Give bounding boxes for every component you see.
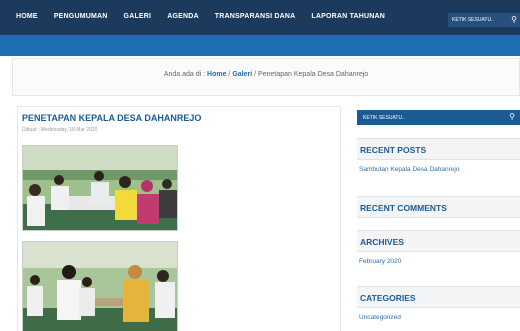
header-search-placeholder: KETIK SESUATU.. xyxy=(452,17,494,23)
sidebar: KETIK SESUATU.. ⚲ RECENT POSTS Sambutan … xyxy=(351,106,520,331)
search-icon[interactable]: ⚲ xyxy=(509,112,515,121)
post-content: PENETAPAN KEPALA DESA DAHANREJO Dibuat :… xyxy=(17,106,341,331)
header-search-input[interactable]: KETIK SESUATU.. ⚲ xyxy=(448,13,520,27)
nav-item-galeri[interactable]: GALERI xyxy=(116,13,160,20)
breadcrumb-home-link[interactable]: Home xyxy=(207,71,226,78)
category-link[interactable]: Uncategorized xyxy=(357,308,520,321)
recent-post-link[interactable]: Sambutan Kepala Desa Dahanrejo xyxy=(357,160,520,173)
nav-item-transparansi-dana[interactable]: TRANSPARANSI DANA xyxy=(207,13,304,20)
accent-bar xyxy=(0,38,520,56)
widget-title: CATEGORIES xyxy=(360,293,416,303)
nav-item-home[interactable]: HOME xyxy=(10,13,46,20)
widget-recent-posts: RECENT POSTS Sambutan Kepala Desa Dahanr… xyxy=(357,138,520,173)
widget-recent-comments: RECENT COMMENTS xyxy=(357,196,520,218)
sidebar-search-placeholder: KETIK SESUATU.. xyxy=(363,115,405,121)
widget-title: ARCHIVES xyxy=(360,237,404,247)
widget-header: CATEGORIES xyxy=(357,286,520,308)
nav-item-laporan-tahunan[interactable]: LAPORAN TAHUNAN xyxy=(303,13,393,20)
widget-header: RECENT COMMENTS xyxy=(357,196,520,218)
breadcrumb-container: Anda ada di : Home / Galeri / Penetapan … xyxy=(12,58,520,96)
widget-archives: ARCHIVES February 2020 xyxy=(357,230,520,265)
gallery-photo-1[interactable] xyxy=(22,145,178,231)
breadcrumb-current: Penetapan Kepala Desa Dahanrejo xyxy=(258,71,369,78)
post-meta: Dibuat : Wednesday, 18 Mar 2020 xyxy=(22,127,98,133)
breadcrumb: Anda ada di : Home / Galeri / Penetapan … xyxy=(13,71,519,78)
widget-title: RECENT POSTS xyxy=(360,145,427,155)
main-menu: HOME PENGUMUMAN GALERI AGENDA TRANSPARAN… xyxy=(10,13,393,20)
widget-header: ARCHIVES xyxy=(357,230,520,252)
search-icon[interactable]: ⚲ xyxy=(511,15,517,24)
breadcrumb-galeri-link[interactable]: Galeri xyxy=(232,71,252,78)
widget-header: RECENT POSTS xyxy=(357,138,520,160)
nav-item-agenda[interactable]: AGENDA xyxy=(159,13,207,20)
archive-link[interactable]: February 2020 xyxy=(357,252,520,265)
widget-title: RECENT COMMENTS xyxy=(360,203,447,213)
gallery-photo-2[interactable] xyxy=(22,241,178,331)
nav-item-pengumuman[interactable]: PENGUMUMAN xyxy=(46,13,116,20)
top-navigation-bar: HOME PENGUMUMAN GALERI AGENDA TRANSPARAN… xyxy=(0,0,520,38)
post-title[interactable]: PENETAPAN KEPALA DESA DAHANREJO xyxy=(22,113,201,123)
breadcrumb-prefix: Anda ada di : xyxy=(163,71,208,78)
sidebar-search-input[interactable]: KETIK SESUATU.. ⚲ xyxy=(357,110,520,125)
widget-categories: CATEGORIES Uncategorized xyxy=(357,286,520,321)
